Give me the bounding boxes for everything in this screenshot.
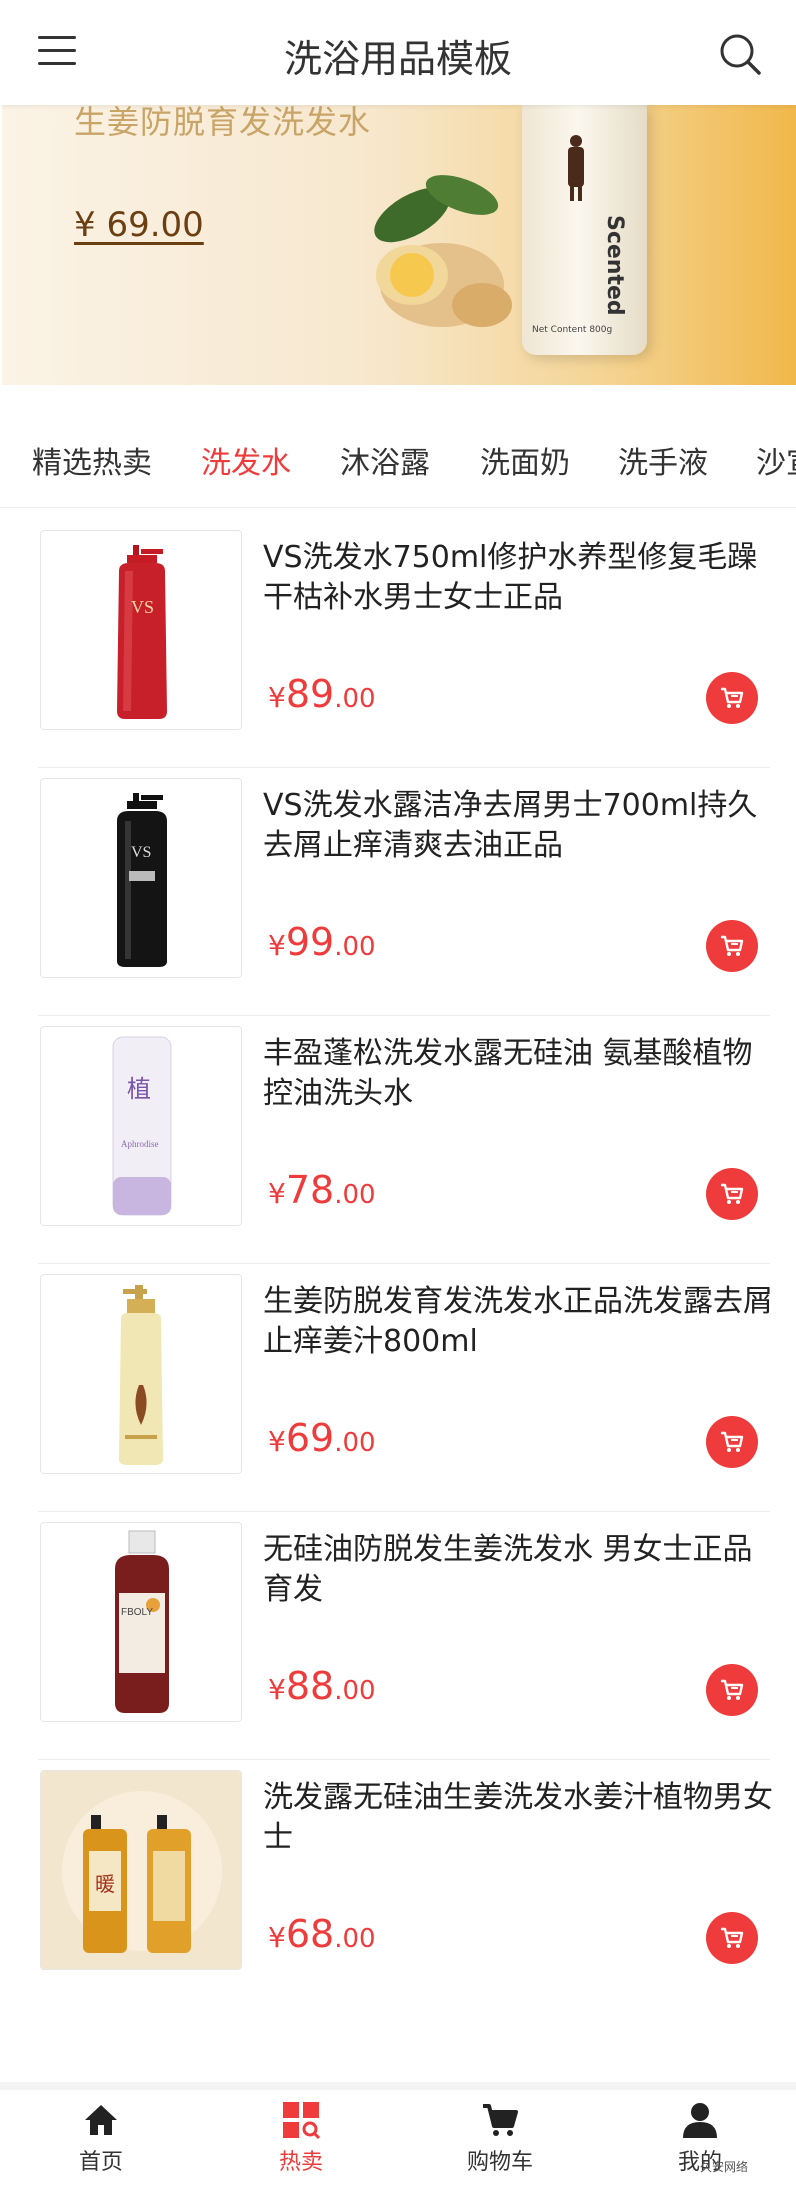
price-symbol: ¥ — [268, 681, 286, 714]
add-to-cart-button[interactable] — [706, 920, 758, 972]
price-decimal: .00 — [334, 1676, 376, 1706]
tabbar-label: 购物车 — [466, 2150, 533, 2175]
price-symbol: ¥ — [268, 929, 286, 962]
product-name[interactable]: VS洗发水露洁净去屑男士700ml持久去屑止痒清爽去油正品 — [263, 786, 773, 866]
product-image[interactable] — [40, 1274, 242, 1474]
category-tabs: 精选热卖 洗发水 沐浴露 洗面奶 洗手液 沙宣 — [0, 408, 796, 508]
tab-shaxuan[interactable]: 沙宣 — [756, 438, 796, 482]
price-integer: 99 — [285, 920, 335, 964]
price-decimal: .00 — [334, 1924, 376, 1954]
product-image[interactable]: VS — [40, 778, 242, 978]
promo-banner[interactable]: 生姜防脱育发洗发水 ¥ 69.00 Scented Net Content 80… — [2, 105, 796, 385]
cart-add-icon — [721, 935, 744, 956]
add-to-cart-button[interactable] — [706, 1664, 758, 1716]
product-image[interactable]: VS — [40, 530, 242, 730]
price-symbol: ¥ — [268, 1177, 286, 1210]
hot-icon — [283, 2102, 321, 2140]
product-image[interactable]: 植 Aphrodise — [40, 1026, 242, 1226]
price-integer: 89 — [285, 672, 335, 716]
user-icon — [683, 2103, 717, 2138]
product-name[interactable]: VS洗发水750ml修护水养型修复毛躁干枯补水男士女士正品 — [263, 538, 773, 618]
price-decimal: .00 — [334, 684, 376, 714]
product-image[interactable]: FBOLY — [40, 1522, 242, 1722]
tab-xifashui[interactable]: 洗发水 — [201, 438, 291, 482]
product-item[interactable]: VS VS洗发水露洁净去屑男士700ml持久去屑止痒清爽去油正品 ¥99.00 — [0, 768, 796, 1016]
bottle-label: Scented — [602, 215, 627, 316]
home-icon — [85, 2105, 117, 2135]
product-price: ¥78.00 — [268, 1168, 376, 1212]
tabbar-label: 首页 — [78, 2150, 123, 2175]
product-price: ¥68.00 — [268, 1912, 376, 1956]
tab-jingxuan[interactable]: 精选热卖 — [32, 438, 152, 482]
page-title: 洗浴用品模板 — [283, 37, 512, 81]
product-price: ¥89.00 — [268, 672, 376, 716]
price-integer: 78 — [285, 1168, 335, 1212]
price-symbol: ¥ — [268, 1425, 286, 1458]
svg-text:VS: VS — [131, 844, 151, 861]
price-symbol: ¥ — [268, 1921, 286, 1954]
add-to-cart-button[interactable] — [706, 1912, 758, 1964]
product-price: ¥88.00 — [268, 1664, 376, 1708]
product-price: ¥69.00 — [268, 1416, 376, 1460]
price-integer: 88 — [285, 1664, 335, 1708]
price-integer: 68 — [285, 1912, 335, 1956]
watermark: 久安网络 — [700, 2160, 749, 2174]
top-header: 洗浴用品模板 — [0, 0, 796, 105]
banner-bottle-image: Scented Net Content 800g — [522, 105, 647, 355]
app-frame: 洗浴用品模板 生姜防脱育发洗发水 ¥ 69.00 Scented Net Con… — [0, 0, 796, 2195]
tabbar-label: 热卖 — [278, 2150, 323, 2175]
svg-text:植: 植 — [127, 1075, 151, 1103]
tab-ximiannai[interactable]: 洗面奶 — [480, 438, 570, 482]
product-name[interactable]: 生姜防脱发育发洗发水正品洗发露去屑止痒姜汁800ml — [263, 1282, 773, 1362]
ginger-illustration — [374, 175, 512, 327]
price-decimal: .00 — [334, 932, 376, 962]
cart-add-icon — [721, 1183, 744, 1204]
svg-text:FBOLY: FBOLY — [121, 1607, 153, 1618]
product-item[interactable]: 暖 洗发露无硅油生姜洗发水姜汁植物男女士 ¥68.00 — [0, 1760, 796, 2008]
tab-xishouye[interactable]: 洗手液 — [618, 438, 708, 482]
svg-text:Aphrodise: Aphrodise — [121, 1139, 159, 1149]
product-name[interactable]: 洗发露无硅油生姜洗发水姜汁植物男女士 — [263, 1778, 773, 1858]
product-price: ¥99.00 — [268, 920, 376, 964]
tabbar-home[interactable]: 首页 — [41, 2100, 161, 2176]
svg-text:暖: 暖 — [95, 1872, 115, 1896]
add-to-cart-button[interactable] — [706, 1168, 758, 1220]
cart-add-icon — [721, 1431, 744, 1452]
price-decimal: .00 — [334, 1180, 376, 1210]
product-image[interactable]: 暖 — [40, 1770, 242, 1970]
product-name[interactable]: 丰盈蓬松洗发水露无硅油 氨基酸植物控油洗头水 — [263, 1034, 773, 1114]
price-decimal: .00 — [334, 1428, 376, 1458]
price-integer: 69 — [285, 1416, 335, 1460]
banner-slogan: 生姜防脱育发洗发水 — [74, 105, 372, 141]
banner-price: ¥ 69.00 — [74, 205, 204, 245]
add-to-cart-button[interactable] — [706, 1416, 758, 1468]
cart-icon — [483, 2104, 518, 2136]
cart-add-icon — [721, 1927, 744, 1948]
price-symbol: ¥ — [268, 1673, 286, 1706]
tab-muyulu[interactable]: 沐浴露 — [340, 438, 430, 482]
cart-add-icon — [721, 687, 744, 708]
bottom-tab-bar: 首页 热卖 购物车 我的 — [0, 2082, 796, 2195]
tabbar-cart[interactable]: 购物车 — [440, 2100, 560, 2176]
add-to-cart-button[interactable] — [706, 672, 758, 724]
search-icon[interactable] — [718, 32, 762, 76]
product-item[interactable]: 植 Aphrodise 丰盈蓬松洗发水露无硅油 氨基酸植物控油洗头水 ¥78.0… — [0, 1016, 796, 1264]
svg-text:VS: VS — [131, 597, 154, 617]
bottle-net-content: Net Content 800g — [532, 325, 613, 335]
product-name[interactable]: 无硅油防脱发生姜洗发水 男女士正品育发 — [263, 1530, 773, 1610]
cart-add-icon — [721, 1679, 744, 1700]
product-item[interactable]: 生姜防脱发育发洗发水正品洗发露去屑止痒姜汁800ml ¥69.00 — [0, 1264, 796, 1512]
product-item[interactable]: FBOLY 无硅油防脱发生姜洗发水 男女士正品育发 ¥88.00 — [0, 1512, 796, 1760]
tabbar-hot[interactable]: 热卖 — [241, 2100, 361, 2176]
product-item[interactable]: VS VS洗发水750ml修护水养型修复毛躁干枯补水男士女士正品 ¥89.00 — [0, 520, 796, 768]
